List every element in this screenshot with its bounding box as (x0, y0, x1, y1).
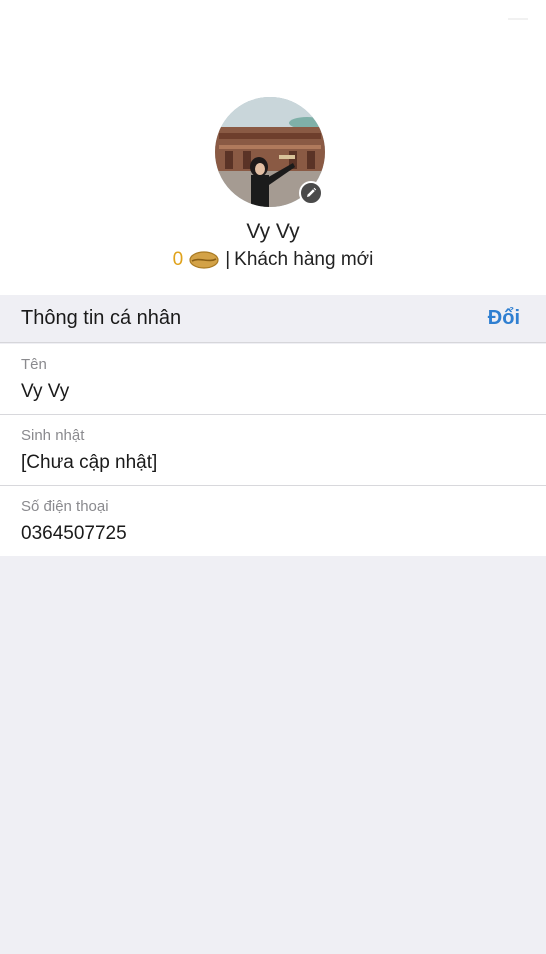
field-value: 0364507725 (21, 523, 127, 544)
field-label: Số điện thoại (21, 498, 109, 515)
membership-tier: Khách hàng mới (234, 249, 374, 270)
birthday-field[interactable]: Sinh nhật [Chưa cập nhật] (0, 415, 546, 486)
field-value: [Chưa cập nhật] (21, 452, 158, 473)
name-field[interactable]: Tên Vy Vy (0, 344, 546, 415)
personal-info-header: Thông tin cá nhân Đổi (0, 295, 546, 343)
pencil-icon (307, 187, 317, 197)
back-icon[interactable] (24, 56, 34, 80)
edit-avatar-button[interactable] (299, 181, 323, 205)
phone-field[interactable]: Số điện thoại 0364507725 (0, 486, 546, 556)
coffee-bean-icon (189, 251, 219, 269)
profile-screen: Vy Vy 0 | Khách hàng mới Thông tin cá nh… (0, 0, 546, 954)
membership-info: 0 | Khách hàng mới (0, 247, 546, 273)
profile-name: Vy Vy (246, 220, 300, 243)
section-title: Thông tin cá nhân (21, 307, 182, 329)
edit-info-button[interactable]: Đổi (488, 307, 520, 330)
profile-header: Vy Vy 0 | Khách hàng mới (0, 0, 546, 295)
status-mark (508, 18, 528, 28)
field-label: Tên (21, 356, 47, 373)
field-value: Vy Vy (21, 381, 70, 402)
field-label: Sinh nhật (21, 427, 85, 444)
points-value: 0 (172, 249, 184, 270)
meta-separator: | (225, 249, 231, 270)
